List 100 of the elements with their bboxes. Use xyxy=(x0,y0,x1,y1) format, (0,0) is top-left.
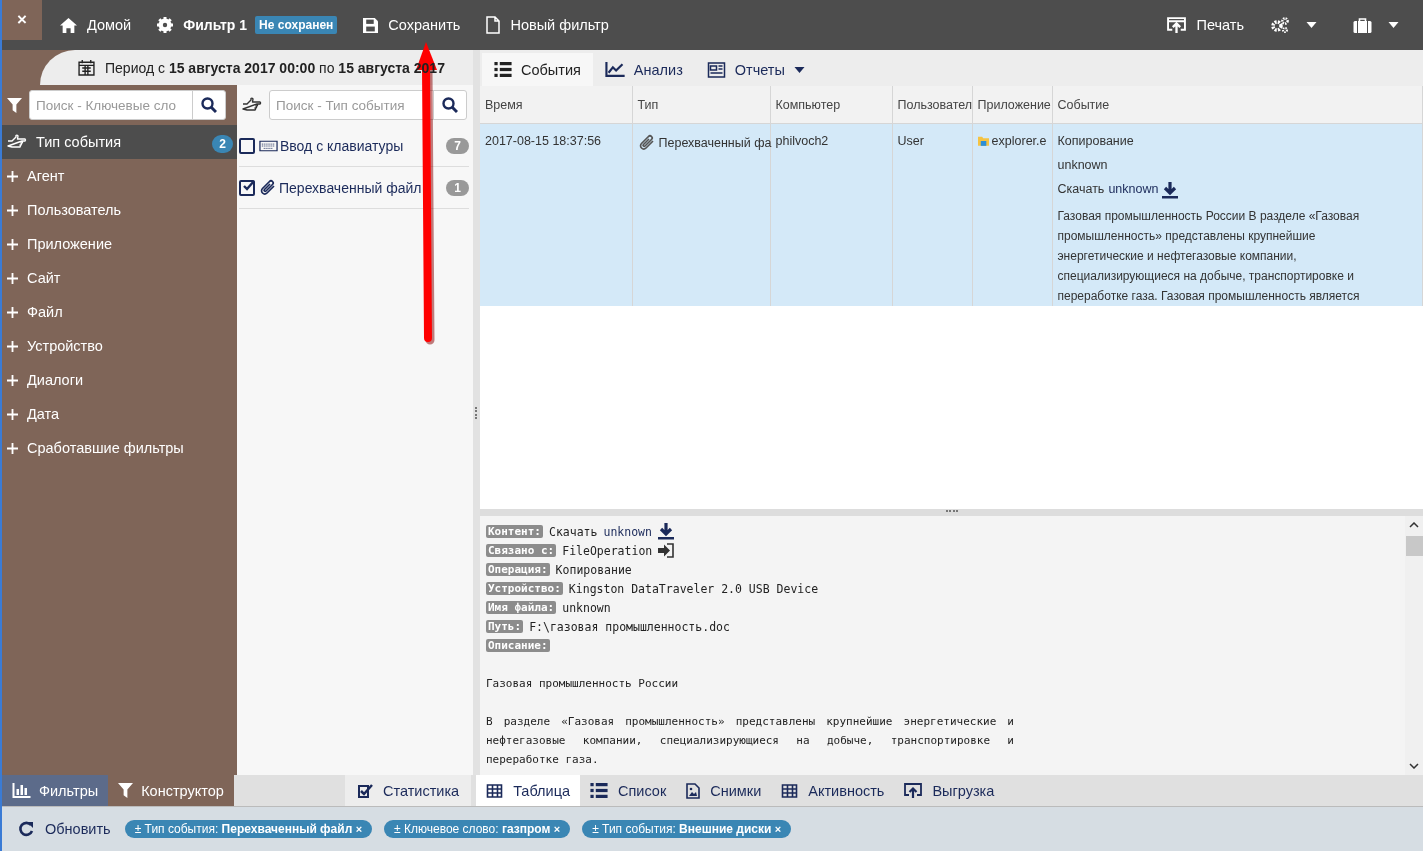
scroll-down-icon[interactable] xyxy=(1409,763,1419,769)
view-tab[interactable]: События xyxy=(482,53,593,86)
caret-icon xyxy=(1306,22,1317,28)
field-value: Скачать xyxy=(549,524,598,539)
column-header[interactable]: Компьютер xyxy=(770,86,892,124)
refresh-icon xyxy=(18,821,34,837)
search-input[interactable]: Поиск - Тип события xyxy=(270,91,433,119)
column-header[interactable]: Событие xyxy=(1052,86,1423,124)
checkbox[interactable] xyxy=(239,179,255,196)
plus-icon xyxy=(7,170,18,182)
field-value: unknown xyxy=(562,600,611,615)
newspaper-icon xyxy=(706,61,726,78)
briefcase-icon xyxy=(1353,17,1372,33)
column-header[interactable]: Пользовател xyxy=(892,86,972,124)
refresh-button[interactable]: Обновить xyxy=(18,821,111,837)
field-label: Описание: xyxy=(486,639,550,652)
new-filter-button[interactable]: Новый фильтр xyxy=(486,16,609,34)
search-box[interactable]: Поиск - Тип события xyxy=(269,90,467,120)
panel-tab[interactable]: Конструктор xyxy=(108,775,234,806)
table-cell: philvoch2 xyxy=(775,134,829,148)
view-tab[interactable]: Отчеты xyxy=(694,53,817,86)
sidebar-item[interactable]: Устройство xyxy=(2,329,237,363)
sign-in-icon[interactable] xyxy=(658,543,675,558)
sidebar-item[interactable]: Тип события 2 xyxy=(2,125,237,159)
scrollbar[interactable] xyxy=(1405,516,1423,775)
scroll-up-icon[interactable] xyxy=(1409,522,1419,528)
close-button[interactable]: × xyxy=(2,0,42,40)
event-type-label[interactable]: Перехваченный файл xyxy=(279,179,445,196)
sidebar-item[interactable]: Диалоги xyxy=(2,363,237,397)
gears-icon xyxy=(1270,17,1290,33)
view-tab[interactable]: Таблица xyxy=(476,775,580,806)
briefcase-menu-button[interactable] xyxy=(1353,17,1399,33)
column-header[interactable]: Тип xyxy=(632,86,770,124)
image-icon xyxy=(686,782,701,799)
settings-menu-button[interactable] xyxy=(1270,17,1317,33)
scroll-thumb[interactable] xyxy=(1405,536,1423,556)
unsaved-badge: Не сохранен xyxy=(255,16,338,34)
gear-icon xyxy=(157,17,174,33)
view-tab[interactable]: Статистика xyxy=(345,775,472,806)
line-chart-icon xyxy=(604,62,625,77)
splitter-handle[interactable] xyxy=(945,510,958,514)
event-type-label[interactable]: Ввод с клавиатуры xyxy=(280,137,445,154)
table-cell: User xyxy=(897,134,924,148)
splitter-handle[interactable] xyxy=(474,406,479,419)
plus-icon xyxy=(7,204,18,216)
print-button[interactable]: Печать xyxy=(1167,16,1244,34)
sidebar-item[interactable]: Агент xyxy=(2,159,237,193)
filter-chip[interactable]: ± Тип события: Перехваченный файл × xyxy=(124,820,373,838)
download-link[interactable]: unknown xyxy=(603,524,652,539)
panel-tab[interactable]: Фильтры xyxy=(2,775,109,806)
search-input[interactable]: Поиск - Ключевые сло xyxy=(30,91,192,119)
home-button[interactable]: Домой xyxy=(60,17,132,33)
paperclip-icon xyxy=(259,178,277,197)
count-badge: 7 xyxy=(446,137,469,154)
plus-icon xyxy=(7,408,18,420)
bar-chart-icon xyxy=(12,783,31,798)
sidebar-item[interactable]: Пользователь xyxy=(2,193,237,227)
filter-chip[interactable]: ± Ключевое слово: газпром × xyxy=(384,820,571,838)
table-cell: 2017-08-15 18:37:56 xyxy=(485,134,602,148)
column-header[interactable]: Время xyxy=(480,86,632,124)
download-icon[interactable] xyxy=(657,523,674,540)
calendar-icon xyxy=(78,59,95,76)
sidebar-item[interactable]: Приложение xyxy=(2,227,237,261)
sidebar-item[interactable]: Дата xyxy=(2,397,237,431)
table-cell-text: unknown xyxy=(1057,158,1109,174)
download-link[interactable]: unknown xyxy=(1108,182,1159,196)
event-description: Газовая промышленность России В разделе «Газовая промышленность» представлены крупнейшие энергетические и нефтегазовые компании, специализирующиеся на добыче, транспортировке и переработке газа. Газовая промышленность является xyxy=(1057,208,1361,305)
plus-icon xyxy=(7,272,18,284)
download-label: Скачать xyxy=(1057,182,1105,196)
filter-icon xyxy=(118,783,134,798)
list-icon xyxy=(590,783,608,798)
column-header[interactable]: Приложение xyxy=(972,86,1052,124)
checkbox[interactable] xyxy=(239,137,255,154)
plus-icon xyxy=(7,238,18,250)
field-label: Контент: xyxy=(486,525,543,538)
table-cell-text: Копирование xyxy=(1057,134,1135,150)
sidebar-item[interactable]: Сработавшие фильтры xyxy=(2,431,237,465)
view-tab[interactable]: Анализ xyxy=(592,53,695,86)
search-box[interactable]: Поиск - Ключевые сло xyxy=(29,90,226,120)
count-badge: 1 xyxy=(446,179,469,196)
table-row[interactable] xyxy=(480,123,1423,306)
save-button[interactable]: Сохранить xyxy=(363,17,461,33)
field-value: Копирование xyxy=(555,562,632,577)
filter-chip[interactable]: ± Тип события: Внешние диски × xyxy=(582,820,792,838)
sidebar-item[interactable]: Файл xyxy=(2,295,237,329)
table-cell: Перехваченный фа xyxy=(658,136,772,150)
table-cell: explorer.e xyxy=(991,134,1047,148)
paperclip-icon xyxy=(637,134,656,152)
export-icon xyxy=(904,782,923,799)
field-label: Устройство: xyxy=(486,582,563,595)
checkbox-icon xyxy=(357,782,373,799)
field-label: Операция: xyxy=(486,563,550,576)
keyboard-icon xyxy=(259,139,278,152)
export-icon xyxy=(1167,16,1187,34)
download-icon[interactable] xyxy=(1162,182,1179,199)
list-icon xyxy=(494,62,512,77)
sidebar-item[interactable]: Сайт xyxy=(2,261,237,295)
filter-name: Фильтр 1 xyxy=(183,17,248,33)
table-icon xyxy=(781,783,799,798)
description-paragraph: Газовая промышленность России xyxy=(486,676,680,692)
